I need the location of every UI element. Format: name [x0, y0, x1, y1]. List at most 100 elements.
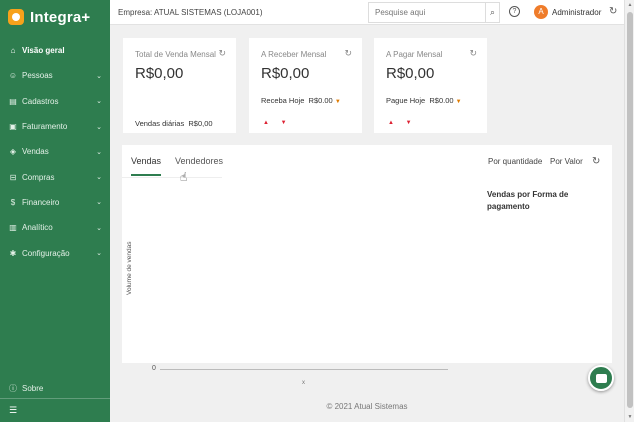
chart-ylabel: Volume de vendas — [126, 241, 133, 295]
sidebar-item-label: Configuração — [22, 248, 70, 258]
sidebar-item-label: Compras — [22, 172, 55, 182]
cart-icon: ⊟ — [9, 172, 17, 182]
chart-icon: ▥ — [9, 223, 17, 233]
collapse-menu-button[interactable]: ☰ — [0, 398, 110, 422]
sidebar-item-label: Cadastros — [22, 96, 59, 106]
card-sub[interactable]: Receba Hoje R$0.00 ▼ — [261, 96, 341, 105]
tab-vendas[interactable]: Vendas — [131, 156, 162, 176]
chevron-down-icon: ⌄ — [96, 123, 102, 131]
card-sub-value: R$0,00 — [188, 119, 213, 128]
footer: © 2021 Atual Sistemas — [326, 402, 408, 411]
arrow-down-icon: ▼ — [405, 120, 412, 126]
sidebar-item-financeiro[interactable]: $ Financeiro ⌄ — [0, 190, 110, 215]
info-icon: ⓘ — [9, 384, 17, 394]
chart-axis-line — [160, 369, 448, 370]
brand[interactable]: Integra+ — [0, 0, 110, 34]
card-value: R$0,00 — [386, 65, 435, 82]
sidebar-item-label: Analítico — [22, 223, 53, 233]
trend-arrows: ▲ ▼ — [388, 120, 412, 126]
tab-vendedores[interactable]: Vendedores — [175, 156, 223, 166]
sidebar-item-label: Financeiro — [22, 197, 60, 207]
scroll-thumb[interactable] — [627, 12, 633, 408]
brand-name: Integra+ — [30, 8, 91, 26]
sidebar-item-label: Visão geral — [22, 46, 65, 56]
card-sub-value: R$0.00 — [429, 96, 454, 105]
sidebar-item-anal-tico[interactable]: ▥ Analítico ⌄ — [0, 215, 110, 240]
card-sub-value: R$0.00 — [308, 96, 333, 105]
toggle-por-valor[interactable]: Por Valor — [550, 157, 583, 166]
company-label: Empresa: — [118, 7, 153, 17]
arrow-up-icon: ▲ — [388, 120, 394, 126]
sidebar-item-vis-o-geral[interactable]: ⌂ Visão geral — [0, 38, 110, 63]
sidebar: Integra+ ⌂ Visão geral ☺ Pessoas ⌄ ▤ Cadastros… — [0, 0, 110, 422]
arrow-up-icon: ▲ — [263, 120, 269, 126]
chevron-down-icon: ⌄ — [96, 98, 102, 106]
card-value: R$0,00 — [261, 65, 310, 82]
card-sub: Vendas diárias R$0,00 — [135, 119, 213, 128]
chevron-down-icon: ⌄ — [96, 72, 102, 80]
sidebar-item-cadastros[interactable]: ▤ Cadastros ⌄ — [0, 89, 110, 114]
search-input[interactable] — [369, 3, 486, 22]
card-sub-label: Receba Hoje — [261, 96, 305, 105]
logo-icon — [8, 9, 24, 25]
scrollbar[interactable]: ▲ ▼ — [624, 0, 634, 422]
caret-down-icon: ▼ — [334, 99, 341, 105]
company-value: ATUAL SISTEMAS (LOJA001) — [154, 7, 263, 17]
sidebar-item-label: Pessoas — [22, 71, 53, 81]
sidebar-item-vendas[interactable]: ◈ Vendas ⌄ — [0, 139, 110, 164]
home-icon: ⌂ — [10, 46, 16, 56]
sales-panel: Vendas Vendedores Por quantidade Por Val… — [122, 145, 612, 386]
trend-arrows: ▲ ▼ — [263, 120, 287, 126]
scroll-up-icon[interactable]: ▲ — [627, 2, 633, 8]
card-total-venda: Total de Venda Mensal ↻ R$0,00 Vendas di… — [123, 38, 236, 133]
refresh-icon[interactable]: ↻ — [218, 48, 226, 59]
sidebar-item-pessoas[interactable]: ☺ Pessoas ⌄ — [0, 63, 110, 88]
search-button[interactable]: ⌕ — [486, 3, 499, 22]
search-icon: ⌕ — [489, 7, 496, 17]
sidebar-item-faturamento[interactable]: ▣ Faturamento ⌄ — [0, 114, 110, 139]
sidebar-nav: ⌂ Visão geral ☺ Pessoas ⌄ ▤ Cadastros ⌄ ▣ Faturam… — [0, 38, 110, 266]
chevron-down-icon: ⌄ — [96, 250, 102, 258]
finance-icon: $ — [10, 197, 16, 207]
company-info: Empresa: ATUAL SISTEMAS (LOJA001) — [110, 8, 263, 17]
invoice-icon: ▣ — [9, 122, 17, 132]
card-a-pagar: A Pagar Mensal ↻ R$0,00 Pague Hoje R$0.0… — [374, 38, 487, 133]
chevron-down-icon: ⌄ — [96, 224, 102, 232]
gear-icon: ✱ — [9, 248, 17, 258]
card-a-receber: A Receber Mensal ↻ R$0,00 Receba Hoje R$… — [249, 38, 362, 133]
chevron-down-icon: ⌄ — [96, 199, 102, 207]
user-name[interactable]: Administrador — [552, 8, 601, 17]
chart-xtick: x — [302, 380, 305, 386]
caret-down-icon: ▼ — [455, 99, 462, 105]
avatar[interactable]: A — [534, 5, 548, 19]
toggle-por-quantidade[interactable]: Por quantidade — [488, 157, 542, 166]
refresh-icon[interactable]: ↻ — [344, 48, 352, 59]
refresh-icon[interactable]: ↻ — [609, 6, 617, 17]
topbar: Empresa: ATUAL SISTEMAS (LOJA001) ⌕ ? A … — [110, 0, 624, 25]
sidebar-item-configura-o[interactable]: ✱ Configuração ⌄ — [0, 240, 110, 265]
card-sub[interactable]: Pague Hoje R$0.00 ▼ — [386, 96, 462, 105]
sidebar-item-label: Vendas — [22, 147, 49, 157]
scroll-down-icon[interactable]: ▼ — [627, 414, 633, 420]
card-value: R$0,00 — [135, 65, 184, 82]
search-box: ⌕ — [368, 2, 500, 23]
sales-chart: Volume de vendas 0 x — [122, 185, 472, 386]
tag-icon: ◈ — [9, 147, 17, 157]
card-title: A Pagar Mensal — [386, 50, 443, 59]
mouse-cursor-icon: ☝ — [180, 170, 188, 184]
sidebar-item-compras[interactable]: ⊟ Compras ⌄ — [0, 164, 110, 189]
help-icon[interactable]: ? — [509, 6, 520, 17]
card-title: Total de Venda Mensal — [135, 50, 216, 59]
chart-ytick: 0 — [152, 365, 156, 372]
chat-icon[interactable] — [588, 365, 614, 391]
refresh-icon[interactable]: ↻ — [592, 156, 600, 167]
payment-chart-title: Vendas por Forma de pagamento — [487, 190, 569, 211]
chevron-down-icon: ⌄ — [96, 148, 102, 156]
people-icon: ☺ — [8, 71, 18, 81]
card-sub-label: Pague Hoje — [386, 96, 426, 105]
refresh-icon[interactable]: ↻ — [469, 48, 477, 59]
menu-icon: ☰ — [9, 405, 18, 415]
tab-divider — [122, 177, 222, 178]
arrow-down-icon: ▼ — [280, 120, 287, 126]
card-title: A Receber Mensal — [261, 50, 327, 59]
